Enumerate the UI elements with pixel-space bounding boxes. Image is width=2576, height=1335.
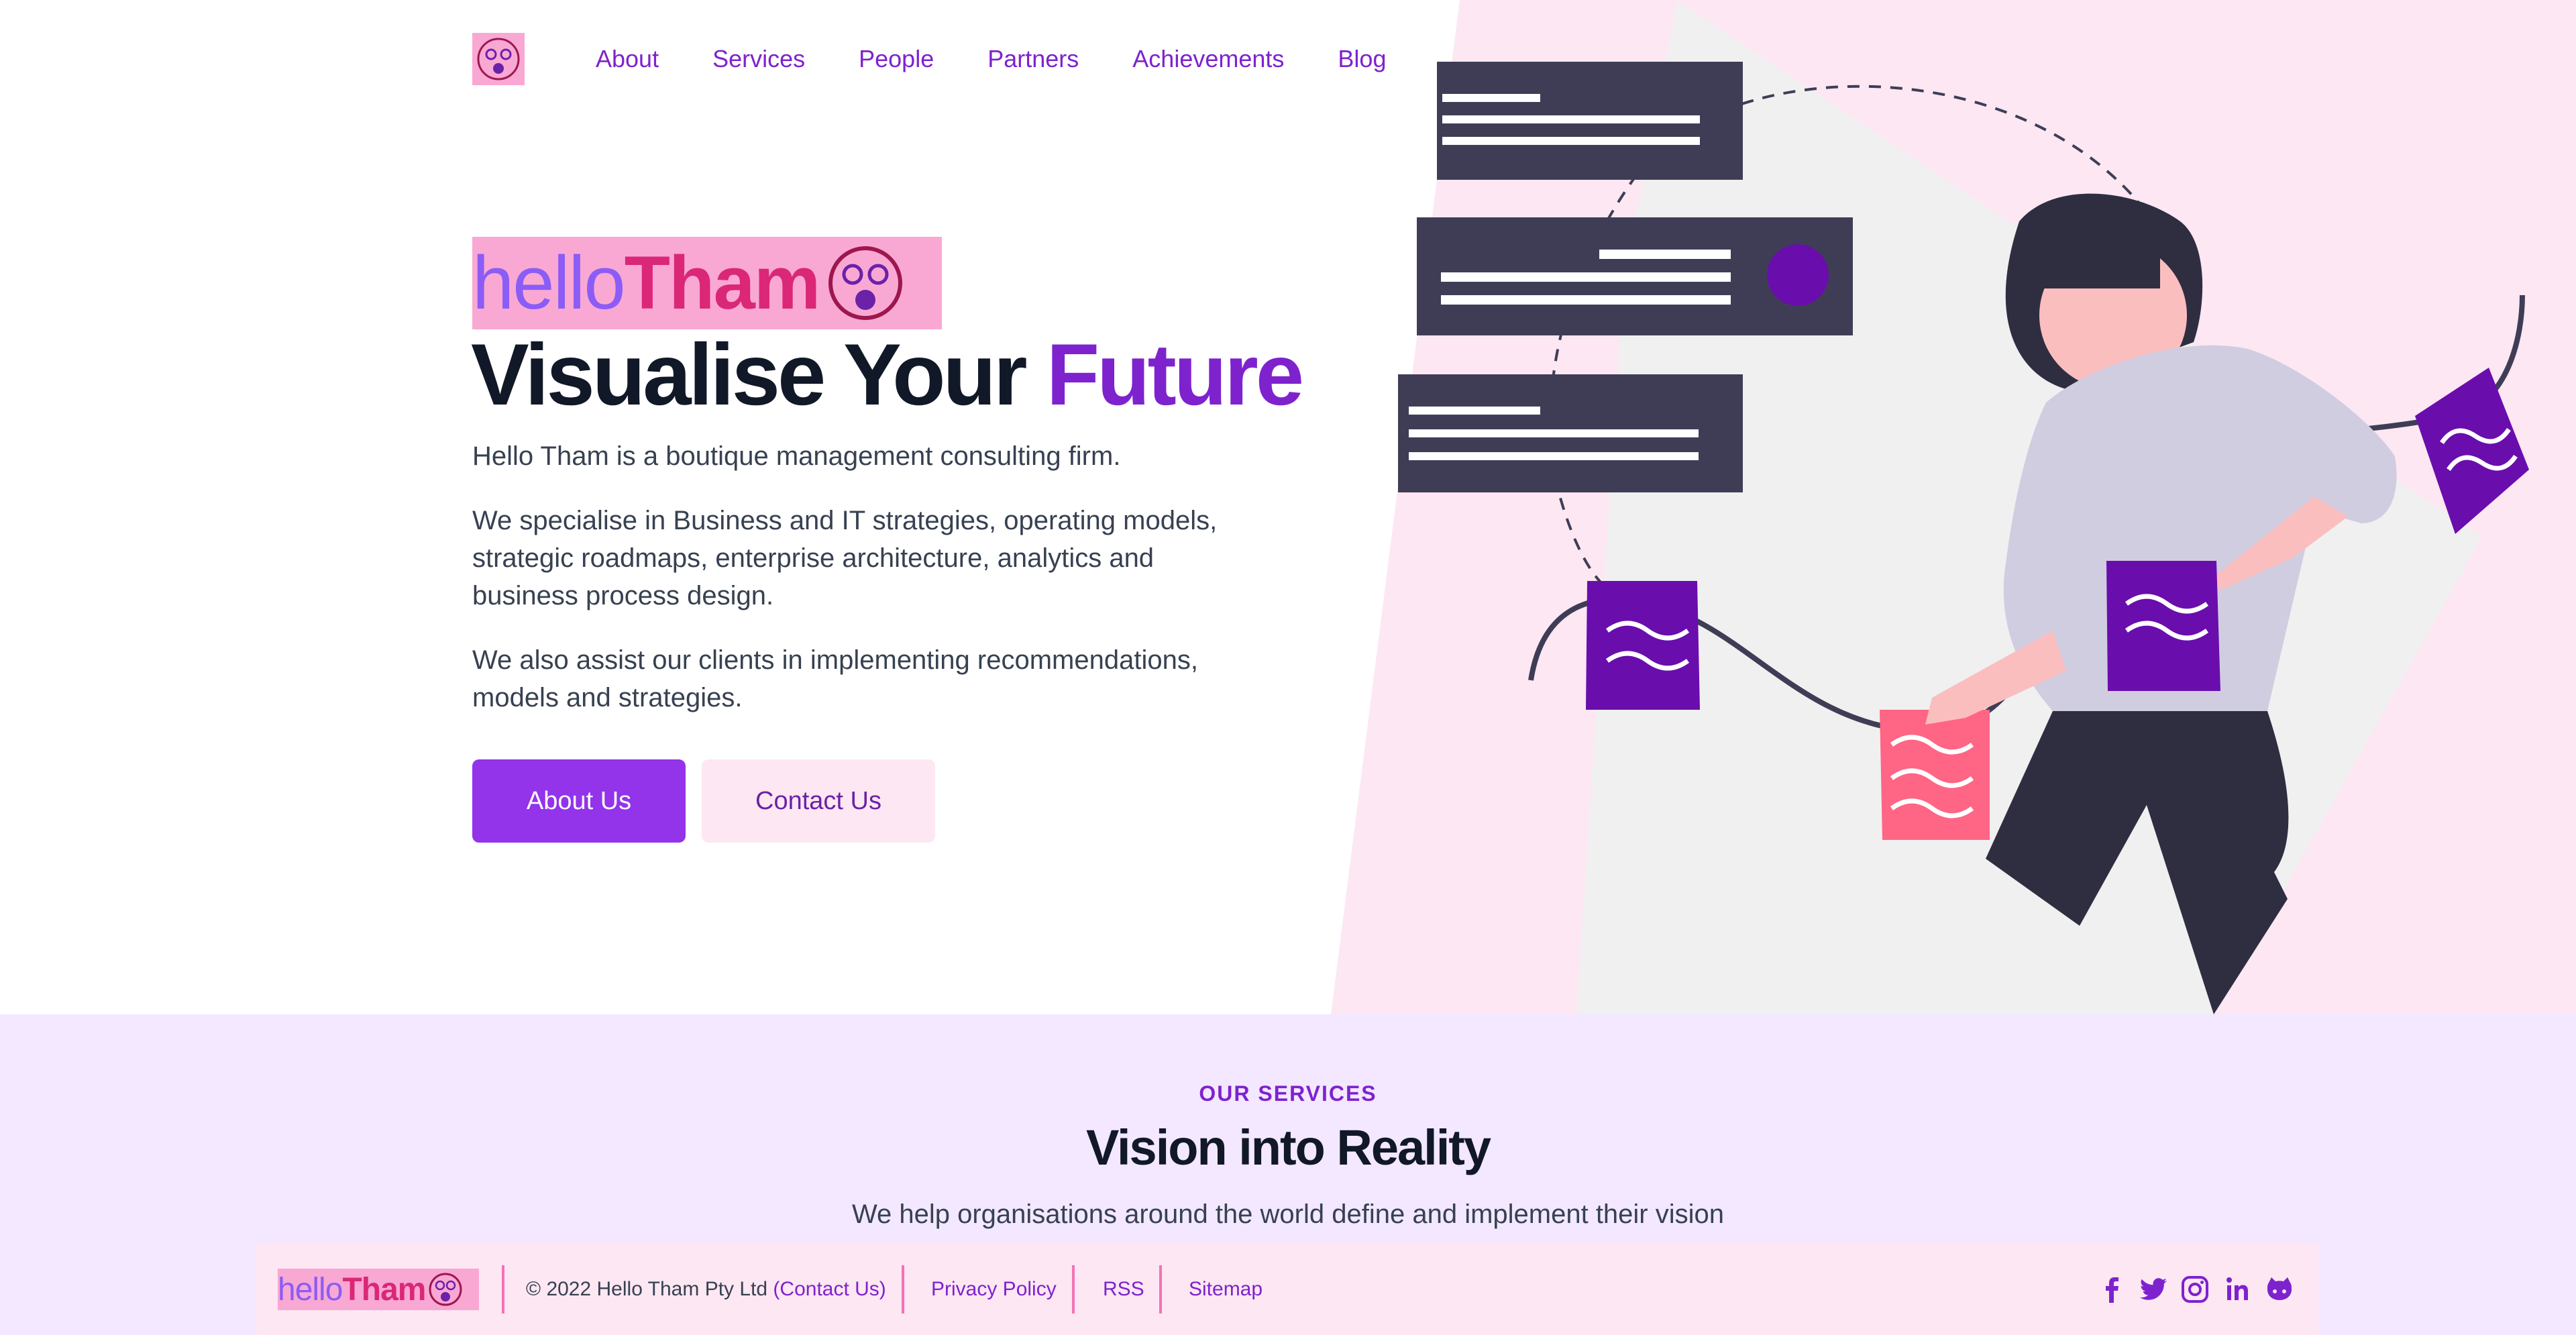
services-eyebrow: OUR SERVICES [1199, 1081, 1377, 1106]
logo-icon[interactable] [472, 33, 525, 85]
services-title: Vision into Reality [1085, 1120, 1491, 1175]
twitter-icon[interactable] [2137, 1273, 2169, 1305]
about-us-button[interactable]: About Us [472, 759, 686, 843]
headline-main: Visualise Your [471, 325, 1046, 423]
footer-privacy-link[interactable]: Privacy Policy [931, 1277, 1057, 1301]
hellotham-face-icon [429, 1273, 462, 1306]
footer-brand-hello: hello [278, 1271, 343, 1307]
footer-copyright-line: © 2022 Hello Tham Pty Ltd (Contact Us) [526, 1277, 886, 1301]
footer-divider [1159, 1265, 1162, 1314]
hero-paragraph: We also assist our clients in implementi… [472, 645, 1198, 712]
footer-copyright: © 2022 Hello Tham Pty Ltd [526, 1278, 768, 1300]
instagram-icon[interactable] [2179, 1273, 2211, 1305]
nav-services[interactable]: Services [712, 43, 805, 75]
services-subtitle: We help organisations around the world d… [851, 1199, 1725, 1229]
hero-paragraph: We specialise in Business and IT strateg… [472, 506, 1218, 610]
footer-brand[interactable]: hello Tham [278, 1269, 479, 1310]
brand-hello: hello [472, 241, 626, 325]
footer-divider [1072, 1265, 1075, 1314]
nav-achievements[interactable]: Achievements [1132, 43, 1284, 75]
nav-people[interactable]: People [859, 43, 934, 75]
footer-sitemap-link[interactable]: Sitemap [1189, 1277, 1263, 1301]
contact-us-button[interactable]: Contact Us [702, 759, 935, 843]
github-icon[interactable] [2263, 1273, 2296, 1305]
nav-partners[interactable]: Partners [987, 43, 1079, 75]
hellotham-face-icon [828, 246, 903, 320]
hero-paragraph: Hello Tham is a boutique management cons… [472, 441, 1121, 471]
footer-divider [502, 1265, 504, 1314]
footer-rss-link[interactable]: RSS [1103, 1277, 1144, 1301]
footer-contact-link[interactable]: (Contact Us) [773, 1278, 885, 1300]
linkedin-icon[interactable] [2222, 1273, 2254, 1305]
nav-about[interactable]: About [596, 43, 659, 75]
headline-accent: Future [1046, 325, 1304, 423]
main-nav: About Services People Partners Achieveme… [596, 43, 1386, 75]
hellotham-face-icon [477, 38, 520, 81]
woman-with-flags-illustration [1398, 62, 2529, 1014]
footer-divider [902, 1265, 904, 1314]
hero-headline: Visualise Your Future [471, 325, 1304, 423]
nav-blog[interactable]: Blog [1338, 43, 1386, 75]
brand-tham: Tham [624, 241, 821, 325]
facebook-icon[interactable] [2096, 1273, 2128, 1305]
footer: hello Tham © 2022 Hello Tham Pty Ltd (Con… [256, 1244, 2318, 1335]
brand-wordmark: hello Tham [472, 237, 942, 329]
footer-brand-tham: Tham [342, 1271, 426, 1307]
